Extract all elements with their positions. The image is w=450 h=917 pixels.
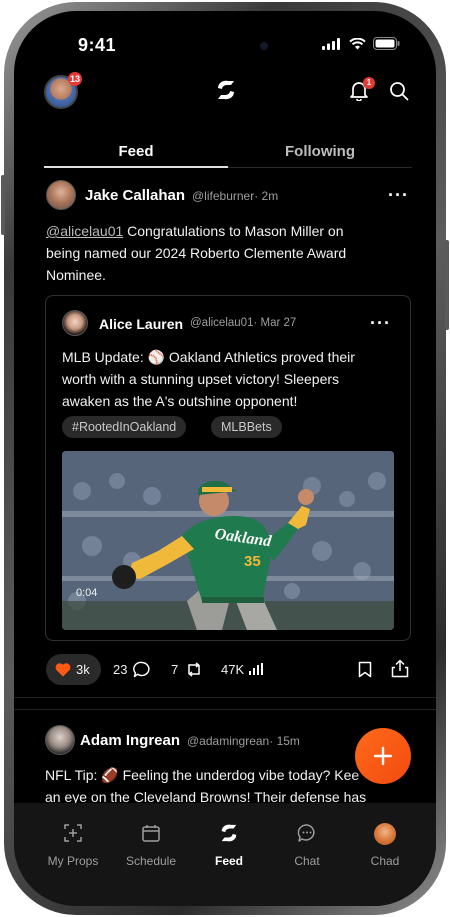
share-icon[interactable] <box>391 659 409 678</box>
comment-count: 23 <box>113 662 128 677</box>
post-separator <box>14 697 436 698</box>
quoted-author-handle: @alicelau01· Mar 27 <box>190 317 296 329</box>
quoted-line-1: MLB Update: ⚾ Oakland Athletics proved t… <box>62 349 355 365</box>
quoted-line-2: worth with a stunning upset victory! Sle… <box>62 371 340 387</box>
post-time: · 2m <box>254 189 279 203</box>
nav-my-props-icon-wrap[interactable] <box>36 823 110 848</box>
quoted-more-options-icon[interactable]: ··· <box>370 313 391 334</box>
create-post-button[interactable] <box>355 728 411 784</box>
notification-count-badge: 13 <box>68 72 83 86</box>
tab-feed[interactable]: Feed <box>44 143 228 160</box>
quoted-line-3: awaken as the A's outshine opponent! <box>62 393 298 409</box>
more-options-icon[interactable]: ··· <box>388 185 409 206</box>
nav-schedule[interactable]: Schedule <box>114 854 188 868</box>
mention-link[interactable]: @alicelau01 <box>46 223 123 239</box>
tab-following[interactable]: Following <box>228 143 412 160</box>
post-time: · 15m <box>269 734 300 748</box>
post-line-2: being named our 2024 Roberto Clemente Aw… <box>46 245 347 261</box>
screen: 9:41 13 1 Feed Following Jake Callahan @… <box>14 11 436 906</box>
nav-schedule-icon-wrap[interactable] <box>114 823 188 848</box>
props-icon <box>64 824 82 842</box>
nav-chat[interactable]: Chat <box>270 854 344 868</box>
video-thumbnail: Oakland 35 <box>62 451 394 630</box>
side-button-right <box>445 240 449 330</box>
post-author-name[interactable]: Jake Callahan <box>85 187 185 204</box>
chad-avatar <box>374 823 396 845</box>
view-count: 47K <box>221 662 245 677</box>
calendar-icon <box>142 825 160 842</box>
bookmark-icon[interactable] <box>358 661 372 678</box>
battery-icon <box>373 37 400 50</box>
post-author-name[interactable]: Adam Ingrean <box>80 732 180 749</box>
feed-logo-icon <box>221 824 237 842</box>
quoted-author-avatar[interactable] <box>62 310 88 336</box>
dynamic-island <box>164 29 286 63</box>
nav-chad-icon-wrap[interactable] <box>348 823 422 850</box>
chat-icon <box>297 824 315 842</box>
nav-chad[interactable]: Chad <box>348 854 422 868</box>
comment-icon[interactable] <box>133 661 151 678</box>
side-button-left <box>1 175 5 235</box>
views-icon <box>249 663 263 675</box>
app-logo-icon <box>218 80 234 100</box>
like-count: 3k <box>76 662 90 677</box>
nav-feed[interactable]: Feed <box>192 854 266 868</box>
post-body: @alicelau01 Congratulations to Mason Mil… <box>46 220 416 286</box>
status-time: 9:41 <box>78 35 117 55</box>
post-author-handle: @adamingrean· 15m <box>187 734 300 748</box>
bell-count-badge: 1 <box>363 77 375 89</box>
nav-feed-icon-wrap[interactable] <box>192 823 266 848</box>
handle-text: @adamingrean <box>187 734 270 748</box>
signal-icon <box>322 37 340 50</box>
repost-count: 7 <box>171 662 179 677</box>
camera-icon <box>260 42 268 50</box>
hashtag-chip[interactable]: #RootedInOakland <box>62 416 187 438</box>
quoted-handle-text: @alicelau01 <box>190 317 254 329</box>
quoted-post-time: · Mar 27 <box>253 317 297 329</box>
quoted-post-body: MLB Update: ⚾ Oakland Athletics proved t… <box>62 346 402 412</box>
nav-my-props[interactable]: My Props <box>36 854 110 868</box>
video-player[interactable]: Oakland 35 <box>62 451 394 630</box>
search-icon[interactable] <box>389 81 409 101</box>
video-timestamp: 0:04 <box>76 587 98 599</box>
plus-icon <box>373 746 393 766</box>
post-separator <box>14 709 436 710</box>
post-author-handle: @lifeburner· 2m <box>192 189 278 203</box>
author-avatar[interactable] <box>46 180 76 210</box>
post-line-3: Nominee. <box>46 267 106 283</box>
tab-active-indicator <box>44 166 228 168</box>
post-line-1: @alicelau01 Congratulations to Mason Mil… <box>46 220 416 242</box>
author-avatar[interactable] <box>45 725 75 755</box>
nav-chat-icon-wrap[interactable] <box>270 823 344 848</box>
handle-text: @lifeburner <box>192 189 255 203</box>
quoted-author-name[interactable]: Alice Lauren <box>99 316 183 332</box>
status-icons <box>322 37 400 50</box>
heart-icon[interactable] <box>55 662 71 677</box>
tag-chip[interactable]: MLBBets <box>211 416 282 438</box>
jersey-number: 35 <box>244 553 261 570</box>
wifi-icon <box>349 37 366 49</box>
repost-icon[interactable] <box>186 662 202 677</box>
post-line-1-text: Congratulations to Mason Miller on <box>123 223 344 239</box>
